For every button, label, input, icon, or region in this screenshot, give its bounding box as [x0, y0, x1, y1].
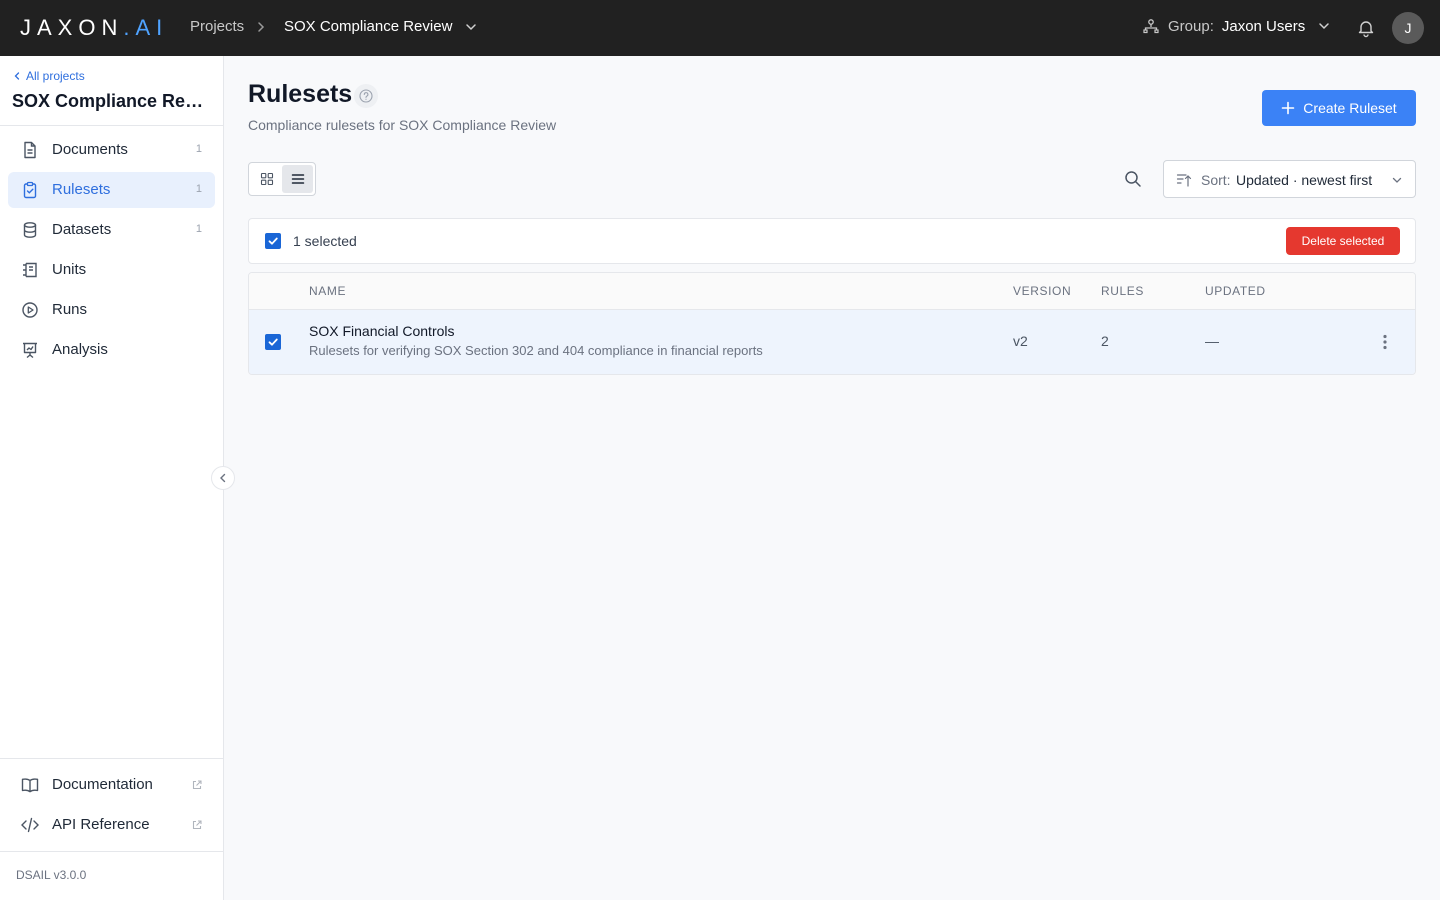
- project-switcher[interactable]: SOX Compliance Review: [284, 18, 478, 35]
- all-projects-link[interactable]: All projects: [12, 69, 85, 83]
- units-icon: [23, 262, 37, 278]
- create-ruleset-label: Create Ruleset: [1303, 100, 1397, 116]
- checkmark-icon: [268, 338, 278, 346]
- selected-count: 1 selected: [293, 233, 357, 249]
- ruleset-version: v2: [1013, 333, 1028, 349]
- sidebar-item-analysis[interactable]: Analysis: [8, 332, 215, 368]
- divider: [0, 758, 223, 759]
- clipboard-check-icon: [23, 181, 37, 199]
- column-header-name[interactable]: NAME: [309, 284, 346, 298]
- group-selector[interactable]: Group: Jaxon Users: [1142, 17, 1331, 35]
- chevron-down-icon: [466, 23, 477, 30]
- chevron-right-icon: [258, 22, 265, 32]
- sort-icon: [1176, 174, 1192, 187]
- ruleset-name[interactable]: SOX Financial Controls: [309, 323, 455, 339]
- sidebar-item-label: Datasets: [52, 221, 112, 238]
- external-link-icon: [192, 820, 202, 830]
- search-icon[interactable]: [1124, 170, 1142, 188]
- breadcrumb-current-project: SOX Compliance Review: [284, 18, 453, 35]
- jaxon-ai-logo[interactable]: JAXON. AI: [20, 15, 168, 41]
- sidebar-item-label: Documents: [52, 141, 128, 158]
- help-icon[interactable]: [354, 84, 378, 108]
- divider: [0, 851, 223, 852]
- sort-dropdown[interactable]: Sort: Updated · newest first: [1163, 160, 1416, 198]
- sidebar-item-runs[interactable]: Runs: [8, 292, 215, 328]
- create-ruleset-button[interactable]: Create Ruleset: [1262, 90, 1416, 126]
- delete-selected-button[interactable]: Delete selected: [1286, 227, 1400, 255]
- project-title: SOX Compliance Review: [12, 91, 212, 111]
- sidebar: All projects SOX Compliance Review Docum…: [0, 56, 224, 900]
- group-network-icon: [1143, 19, 1159, 34]
- code-icon: [21, 817, 39, 833]
- breadcrumb-projects[interactable]: Projects: [190, 18, 244, 35]
- sidebar-item-rulesets[interactable]: Rulesets 1: [8, 172, 215, 208]
- chevron-down-icon: [1319, 23, 1329, 30]
- collapse-sidebar-button[interactable]: [211, 466, 235, 490]
- ruleset-rules-count: 2: [1101, 333, 1109, 349]
- page-subtitle: Compliance rulesets for SOX Compliance R…: [248, 117, 557, 133]
- ruleset-description: Rulesets for verifying SOX Section 302 a…: [309, 343, 763, 358]
- list-icon: [291, 174, 304, 184]
- sidebar-item-units[interactable]: Units: [8, 252, 215, 288]
- sidebar-item-count: 1: [195, 183, 202, 195]
- group-label: Group:: [1168, 17, 1214, 35]
- sidebar-item-label: Units: [52, 261, 87, 278]
- logo-dot: .: [123, 15, 136, 40]
- column-header-rules[interactable]: RULES: [1101, 284, 1144, 298]
- sidebar-item-label: API Reference: [52, 816, 150, 833]
- sidebar-item-label: Runs: [52, 301, 88, 318]
- external-link-icon: [192, 780, 202, 790]
- sidebar-item-count: 1: [195, 143, 202, 155]
- select-all-checkbox[interactable]: [265, 233, 281, 249]
- selection-bar: 1 selected Delete selected: [248, 218, 1416, 264]
- sidebar-item-datasets[interactable]: Datasets 1: [8, 212, 215, 248]
- view-toggle: [248, 162, 316, 196]
- sidebar-item-count: 1: [195, 223, 202, 235]
- document-icon: [24, 141, 36, 159]
- row-checkbox[interactable]: [265, 334, 281, 350]
- more-options-icon[interactable]: [1375, 332, 1395, 352]
- sidebar-item-documents[interactable]: Documents 1: [8, 132, 215, 168]
- grid-icon: [260, 172, 273, 186]
- book-icon: [21, 778, 39, 793]
- sidebar-item-label: Documentation: [52, 776, 153, 793]
- database-icon: [23, 222, 37, 238]
- ruleset-updated: —: [1205, 333, 1219, 349]
- question-circle-icon: [359, 89, 373, 103]
- sort-label: Sort:: [1201, 172, 1231, 188]
- all-projects-label: All projects: [26, 69, 85, 83]
- plus-icon: [1281, 101, 1295, 115]
- user-avatar[interactable]: J: [1392, 12, 1424, 44]
- table-row[interactable]: SOX Financial Controls Rulesets for veri…: [249, 310, 1415, 374]
- sidebar-item-label: Analysis: [52, 341, 108, 358]
- chevron-left-icon: [14, 72, 20, 80]
- group-value: Jaxon Users: [1221, 17, 1306, 35]
- presentation-chart-icon: [23, 342, 37, 359]
- app-version: DSAIL v3.0.0: [16, 868, 87, 882]
- logo-text: JAXON: [20, 15, 124, 40]
- divider: [0, 125, 223, 126]
- sidebar-link-documentation[interactable]: Documentation: [8, 767, 215, 803]
- sidebar-item-label: Rulesets: [52, 181, 111, 198]
- column-header-version[interactable]: VERSION: [1013, 284, 1071, 298]
- table-header: NAME VERSION RULES UPDATED: [249, 273, 1415, 310]
- grid-view-button[interactable]: [251, 165, 282, 193]
- top-navigation-bar: JAXON. AI Projects SOX Compliance Review …: [0, 0, 1440, 56]
- chevron-left-icon: [220, 473, 226, 483]
- list-view-button[interactable]: [282, 165, 313, 193]
- column-header-updated[interactable]: UPDATED: [1205, 284, 1266, 298]
- notifications-bell-icon[interactable]: [1356, 18, 1376, 38]
- rulesets-table: NAME VERSION RULES UPDATED SOX Financial…: [248, 272, 1416, 375]
- sort-value: Updated · newest first: [1236, 172, 1373, 188]
- checkmark-icon: [268, 237, 278, 245]
- play-circle-icon: [22, 302, 38, 318]
- logo-ai-text: AI: [135, 15, 169, 40]
- chevron-down-icon: [1392, 177, 1402, 183]
- sidebar-link-api-reference[interactable]: API Reference: [8, 807, 215, 843]
- page-title: Rulesets: [248, 80, 353, 108]
